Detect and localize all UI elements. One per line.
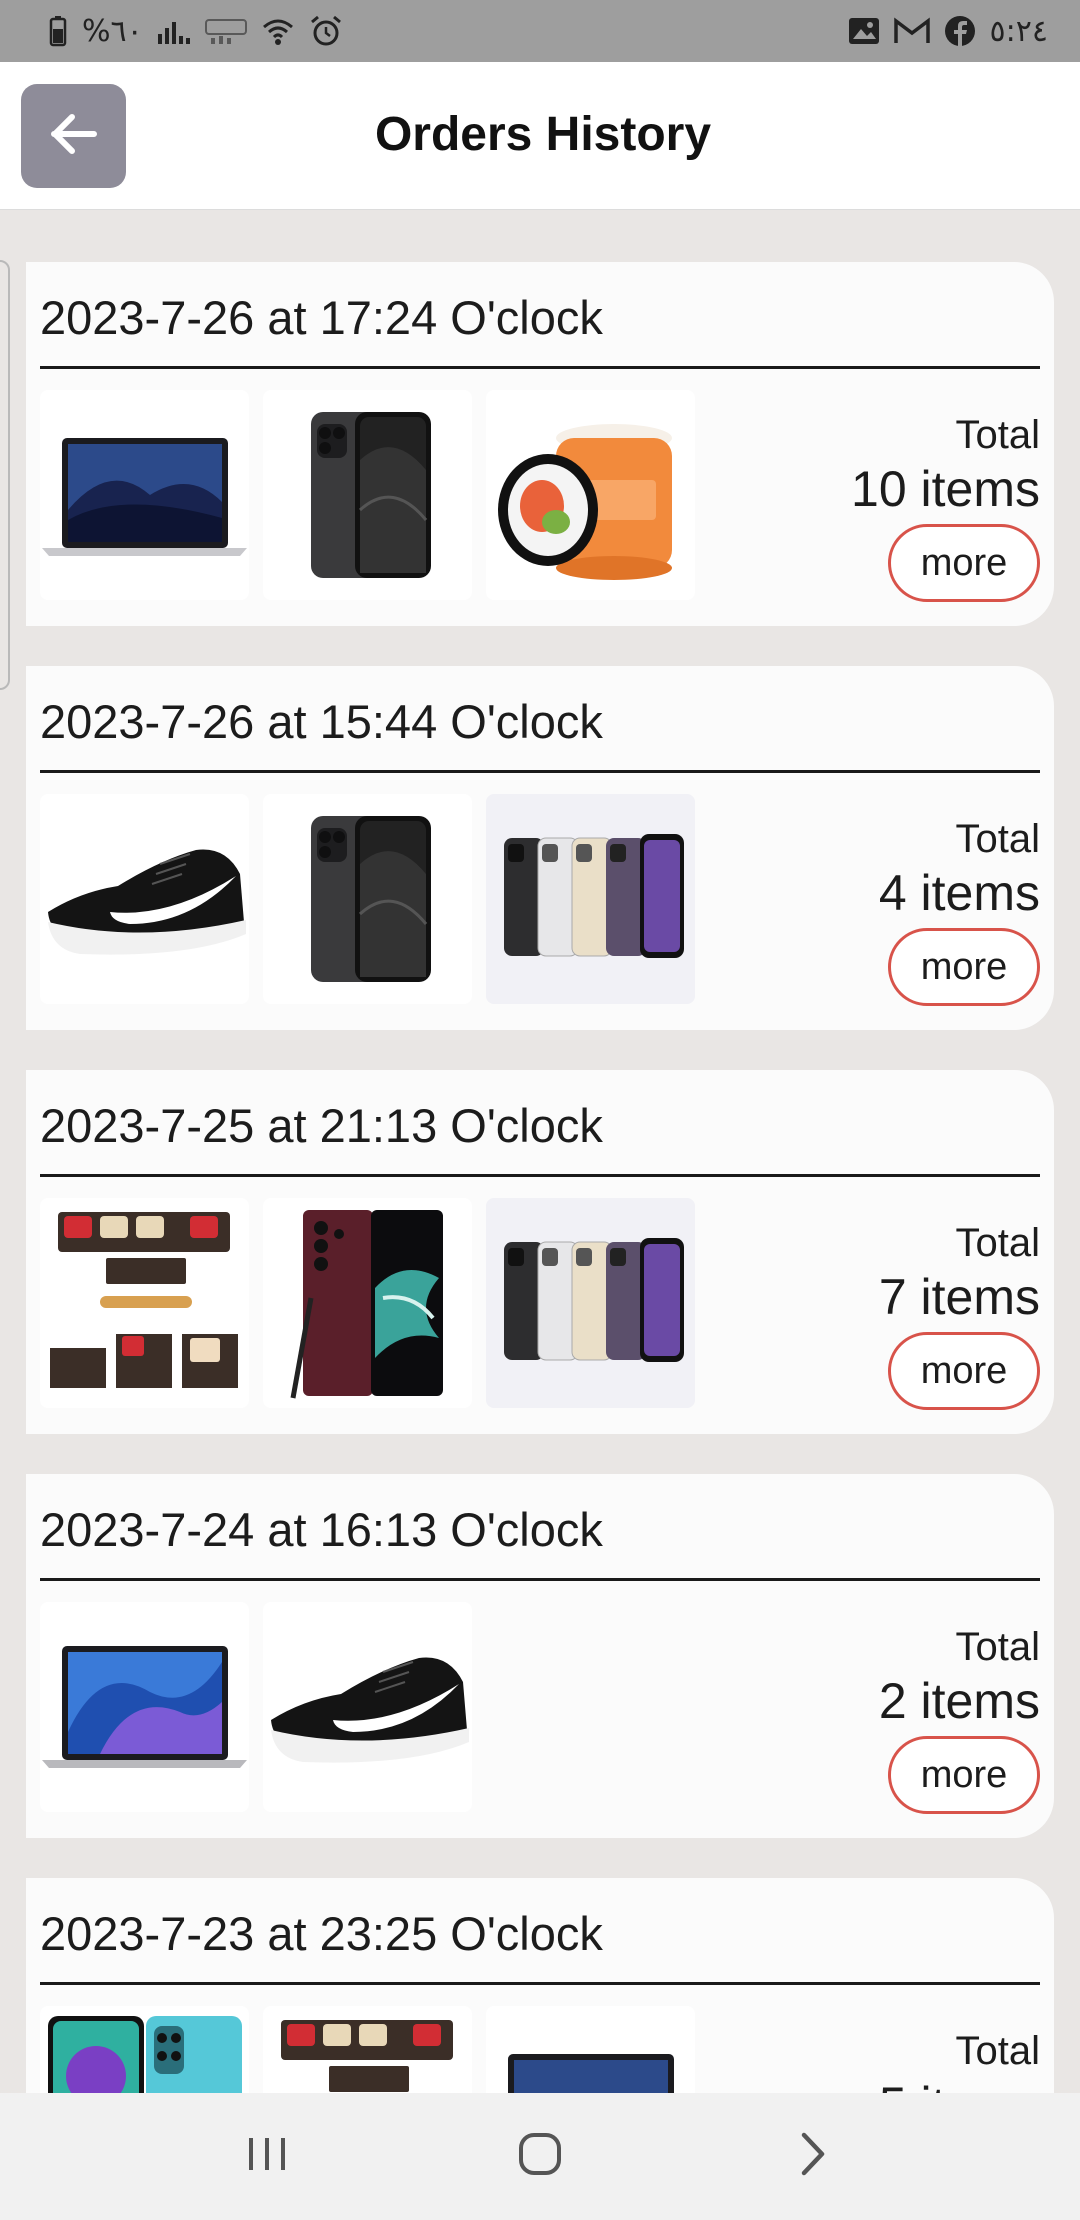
divider [40, 1578, 1040, 1581]
macbook-pro-image [486, 2006, 695, 2093]
order-date: 2023-7-26 at 15:44 O'clock [40, 695, 603, 748]
order-items [40, 794, 695, 1004]
volte-icon [204, 11, 247, 51]
order-card: 2023-7-25 at 21:13 O'clock Total 7 items… [26, 1070, 1054, 1434]
body-yogurt-jar-image [486, 390, 695, 600]
iphone-graphite-image [263, 390, 472, 600]
galaxy-a-phones-image [40, 2006, 249, 2093]
order-list[interactable]: 2023-7-26 at 17:24 O'clock Total 10 item… [0, 210, 1080, 2093]
more-button[interactable]: more [888, 1736, 1040, 1814]
nike-sneaker-image [40, 794, 249, 1004]
order-date: 2023-7-26 at 17:24 O'clock [40, 291, 603, 344]
order-items [40, 390, 695, 600]
order-summary: Total 7 items more [780, 1220, 1040, 1410]
battery-icon [48, 11, 68, 51]
patio-sofa-set-image [40, 1198, 249, 1408]
order-date: 2023-7-23 at 23:25 O'clock [40, 1907, 603, 1960]
order-items [40, 1198, 695, 1408]
status-left: %٦٠ [48, 11, 343, 51]
order-summary: Total 4 items more [780, 816, 1040, 1006]
total-label: Total [955, 1221, 1041, 1265]
more-button[interactable]: more [888, 928, 1040, 1006]
facebook-icon [944, 11, 976, 51]
order-card: 2023-7-26 at 17:24 O'clock Total 10 item… [26, 262, 1054, 626]
order-date: 2023-7-25 at 21:13 O'clock [40, 1099, 603, 1152]
system-nav-bar [0, 2093, 1080, 2220]
nike-sneaker-image [263, 1602, 472, 1812]
status-right: ٥:٢٤ [848, 11, 1048, 51]
total-label: Total [955, 1625, 1041, 1669]
divider [40, 770, 1040, 773]
edge-panel-handle[interactable] [0, 260, 10, 690]
order-card: 2023-7-24 at 16:13 O'clock Total 2 items… [26, 1474, 1054, 1838]
order-summary: Total 10 items more [780, 412, 1040, 602]
total-label: Total [955, 817, 1041, 861]
item-count: 5 items [780, 2076, 1040, 2093]
macbook-air-image [40, 1602, 249, 1812]
iphone-lineup-image [486, 794, 695, 1004]
alarm-icon [309, 11, 343, 51]
item-count: 7 items [878, 1269, 1040, 1325]
page-title: Orders History [374, 108, 712, 161]
home-icon [517, 2131, 563, 2182]
patio-sofa-set-image [263, 2006, 472, 2093]
order-summary: Total 2 items more [780, 1624, 1040, 1814]
signal-icon [157, 11, 191, 51]
gallery-icon [848, 11, 880, 51]
iphone-lineup-image [486, 1198, 695, 1408]
more-button[interactable]: more [888, 1332, 1040, 1410]
order-items [40, 2006, 695, 2093]
chevron-right-icon [798, 2131, 828, 2182]
recents-icon [245, 2134, 289, 2179]
iphone-graphite-image [263, 794, 472, 1004]
item-count: 4 items [878, 865, 1040, 921]
order-items [40, 1602, 472, 1812]
back-nav-button[interactable] [753, 2112, 873, 2202]
order-summary: Total 5 items more [780, 2028, 1040, 2093]
galaxy-ultra-phone-image [263, 1198, 472, 1408]
total-label: Total [955, 413, 1041, 457]
recents-button[interactable] [207, 2112, 327, 2202]
wifi-icon [261, 11, 295, 51]
app-bar: Orders History [0, 62, 1080, 210]
item-count: 2 items [878, 1673, 1040, 1729]
divider [40, 1174, 1040, 1177]
order-date: 2023-7-24 at 16:13 O'clock [40, 1503, 603, 1556]
total-label: Total [955, 2029, 1041, 2073]
more-button[interactable]: more [888, 524, 1040, 602]
item-count: 10 items [851, 461, 1040, 517]
order-card: 2023-7-26 at 15:44 O'clock Total 4 items… [26, 666, 1054, 1030]
divider [40, 366, 1040, 369]
gmail-icon [893, 11, 930, 51]
order-card: 2023-7-23 at 23:25 O'clock Total 5 items… [26, 1878, 1054, 2093]
battery-percent: %٦٠ [82, 13, 143, 49]
divider [40, 1982, 1040, 1985]
status-bar: %٦٠ ٥:٢٤ [0, 0, 1080, 62]
macbook-pro-image [40, 390, 249, 600]
home-button[interactable] [480, 2112, 600, 2202]
clock: ٥:٢٤ [989, 13, 1048, 49]
